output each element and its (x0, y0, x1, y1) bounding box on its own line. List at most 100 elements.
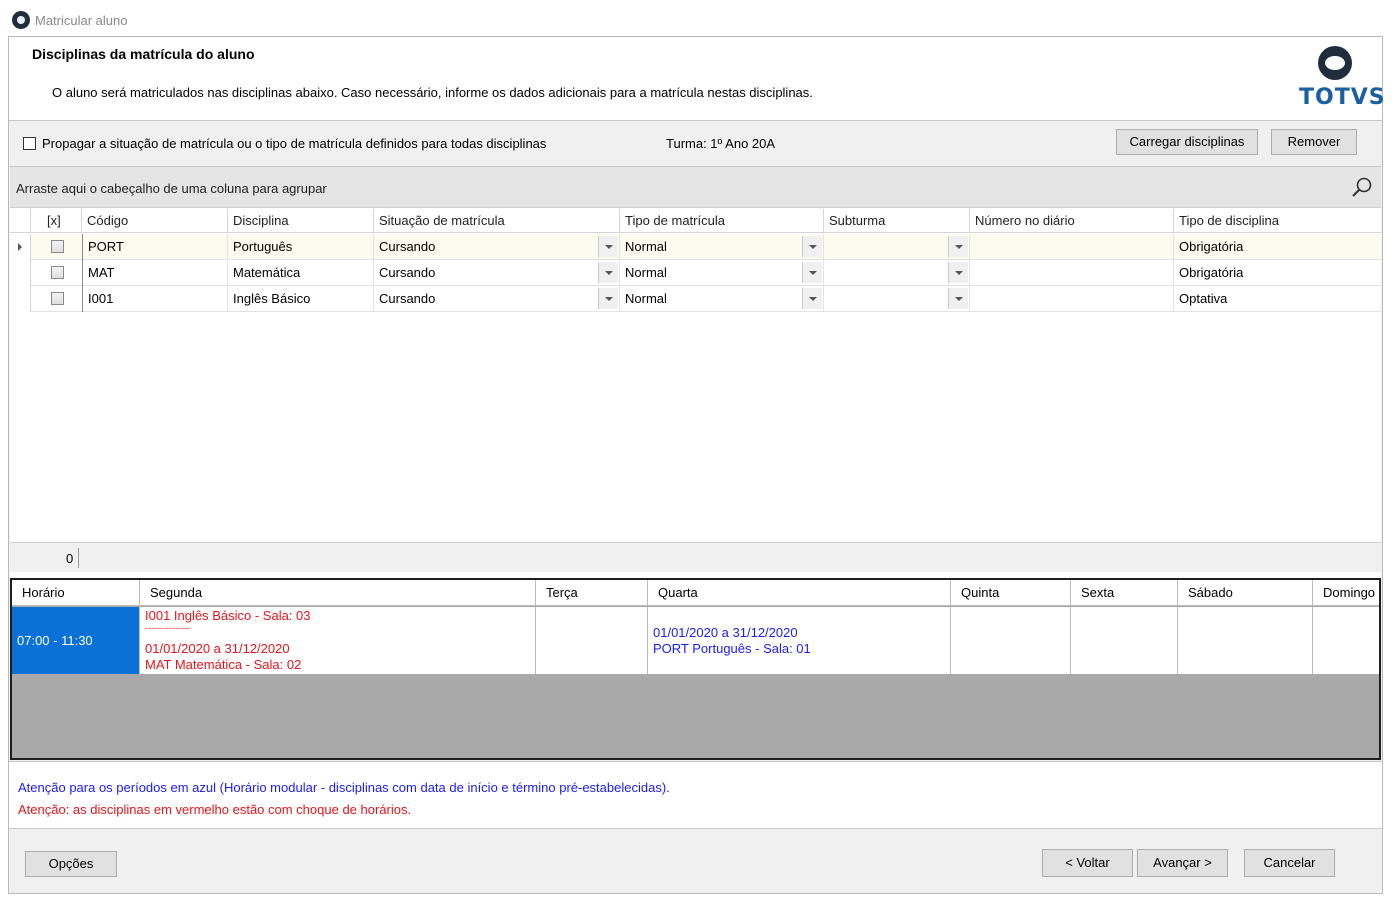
notes-panel: Atenção para os períodos em azul (Horári… (9, 761, 1382, 829)
column-header-disciplina[interactable]: Disciplina (228, 209, 374, 233)
schedule-cell-terca[interactable] (536, 607, 648, 674)
schedule-time-cell[interactable]: 07:00 - 11:30 (12, 607, 140, 674)
cell-numero[interactable] (970, 260, 1174, 286)
schedule-cell-segunda[interactable]: I001 Inglês Básico - Sala: 03 ----------… (140, 607, 536, 674)
column-header-indicator (10, 209, 31, 233)
next-button[interactable]: Avançar > (1137, 849, 1228, 877)
cell-situacao[interactable]: Cursando (374, 260, 620, 286)
subturma-dropdown-icon[interactable] (948, 262, 968, 283)
wizard-frame: Disciplinas da matrícula do aluno O alun… (8, 36, 1385, 894)
back-button[interactable]: < Voltar (1042, 849, 1133, 877)
cell-codigo: PORT (82, 234, 228, 260)
schedule-header-terca: Terça (536, 580, 648, 606)
situacao-dropdown-icon[interactable] (598, 236, 618, 257)
schedule-header: Horário Segunda Terça Quarta Quinta Sext… (12, 580, 1379, 606)
cell-subturma[interactable] (824, 286, 970, 312)
tipo-value: Normal (625, 265, 667, 280)
row-checkbox[interactable] (51, 266, 64, 279)
cell-situacao[interactable]: Cursando (374, 286, 620, 312)
propagate-option[interactable]: Propagar a situação de matrícula ou o ti… (23, 135, 546, 151)
schedule-header-quarta: Quarta (648, 580, 951, 606)
row-count: 0 (66, 551, 74, 566)
schedule-header-horario: Horário (12, 580, 140, 606)
subturma-dropdown-icon[interactable] (948, 236, 968, 257)
cell-tipo[interactable]: Normal (620, 286, 824, 312)
schedule-header-domingo: Domingo (1323, 585, 1376, 600)
totvs-logo-text: TOTVS (1299, 85, 1386, 110)
segunda-line-4: MAT Matemática - Sala: 02 (145, 657, 302, 672)
schedule-cell-quinta[interactable] (951, 607, 1071, 674)
schedule-cell-domingo[interactable] (1313, 607, 1379, 674)
cell-disciplina: Matemática (228, 260, 374, 286)
schedule-cell-quarta[interactable]: 01/01/2020 a 31/12/2020 PORT Português -… (648, 607, 951, 674)
wizard-header: Disciplinas da matrícula do aluno O alun… (9, 37, 1385, 121)
column-header-tipo-disciplina[interactable]: Tipo de disciplina (1174, 209, 1381, 233)
cell-tipo-disciplina: Obrigatória (1179, 239, 1244, 254)
cell-situacao[interactable]: Cursando (374, 234, 620, 260)
turma-label: Turma: 1º Ano 20A (666, 136, 776, 151)
schedule-header-sexta: Sexta (1071, 580, 1178, 606)
situacao-value: Cursando (379, 291, 436, 306)
options-bar: Propagar a situação de matrícula ou o ti… (9, 122, 1382, 166)
schedule-cell-sexta[interactable] (1071, 607, 1178, 674)
table-row[interactable]: MAT Matemática Cursando Normal Obrigatór… (10, 260, 1381, 286)
load-disciplines-button[interactable]: Carregar disciplinas (1116, 129, 1258, 155)
cell-disciplina: Inglês Básico (228, 286, 374, 312)
schedule-header-quinta: Quinta (951, 580, 1071, 606)
tipo-dropdown-icon[interactable] (802, 262, 822, 283)
page-title: Disciplinas da matrícula do aluno (32, 46, 255, 62)
cell-numero[interactable] (970, 286, 1174, 312)
cell-tipo-disciplina: Optativa (1179, 291, 1228, 306)
footer-separator (78, 548, 79, 568)
disciplines-grid: Arraste aqui o cabeçalho de uma coluna p… (10, 166, 1381, 578)
row-indicator (10, 286, 31, 312)
search-icon[interactable] (1350, 176, 1374, 200)
totvs-logo-icon (1318, 46, 1352, 80)
cell-tipo-disciplina: Obrigatória (1179, 265, 1244, 280)
schedule-cell-sabado[interactable] (1178, 607, 1313, 674)
column-header-numero[interactable]: Número no diário (970, 209, 1174, 233)
tipo-value: Normal (625, 239, 667, 254)
row-checkbox[interactable] (51, 240, 64, 253)
tipo-dropdown-icon[interactable] (802, 288, 822, 309)
segunda-line-1: I001 Inglês Básico - Sala: 03 (145, 608, 311, 623)
options-button[interactable]: Opções (25, 851, 117, 877)
group-panel[interactable]: Arraste aqui o cabeçalho de uma coluna p… (10, 167, 1381, 208)
current-row-arrow-icon (18, 243, 22, 251)
situacao-dropdown-icon[interactable] (598, 288, 618, 309)
table-row[interactable]: PORT Português Cursando Normal Obrigatór… (10, 234, 1381, 260)
column-header-subturma[interactable]: Subturma (824, 209, 970, 233)
table-row[interactable]: I001 Inglês Básico Cursando Normal Optat… (10, 286, 1381, 312)
cell-codigo: I001 (82, 286, 228, 312)
row-indicator (10, 260, 31, 286)
cell-subturma[interactable] (824, 234, 970, 260)
cell-tipo[interactable]: Normal (620, 234, 824, 260)
column-header-situacao[interactable]: Situação de matrícula (374, 209, 620, 233)
cancel-button[interactable]: Cancelar (1244, 849, 1335, 877)
subturma-dropdown-icon[interactable] (948, 288, 968, 309)
column-header-codigo[interactable]: Código (82, 209, 228, 233)
tipo-dropdown-icon[interactable] (802, 236, 822, 257)
quarta-line-2: PORT Português - Sala: 01 (653, 641, 811, 656)
note-red: Atenção: as disciplinas em vermelho estã… (18, 802, 412, 817)
window-title: Matricular aluno (35, 13, 128, 28)
column-header-check[interactable]: [x] (31, 209, 82, 233)
column-header-tipo[interactable]: Tipo de matrícula (620, 209, 824, 233)
cell-disciplina: Português (228, 234, 374, 260)
row-indicator (10, 234, 31, 260)
page-description: O aluno será matriculados nas disciplina… (52, 85, 813, 100)
propagate-checkbox[interactable] (23, 137, 36, 151)
situacao-dropdown-icon[interactable] (598, 262, 618, 283)
note-blue: Atenção para os períodos em azul (Horári… (18, 780, 670, 795)
row-checkbox[interactable] (51, 292, 64, 305)
cell-numero[interactable] (970, 234, 1174, 260)
situacao-value: Cursando (379, 239, 436, 254)
remove-button[interactable]: Remover (1271, 129, 1357, 155)
schedule-row: 07:00 - 11:30 I001 Inglês Básico - Sala:… (12, 607, 1379, 674)
schedule-header-sabado: Sábado (1178, 580, 1313, 606)
totvs-logo: TOTVS (1295, 45, 1385, 115)
quarta-line-1: 01/01/2020 a 31/12/2020 (653, 625, 798, 640)
cell-subturma[interactable] (824, 260, 970, 286)
schedule-grid: Horário Segunda Terça Quarta Quinta Sext… (10, 578, 1381, 760)
cell-tipo[interactable]: Normal (620, 260, 824, 286)
